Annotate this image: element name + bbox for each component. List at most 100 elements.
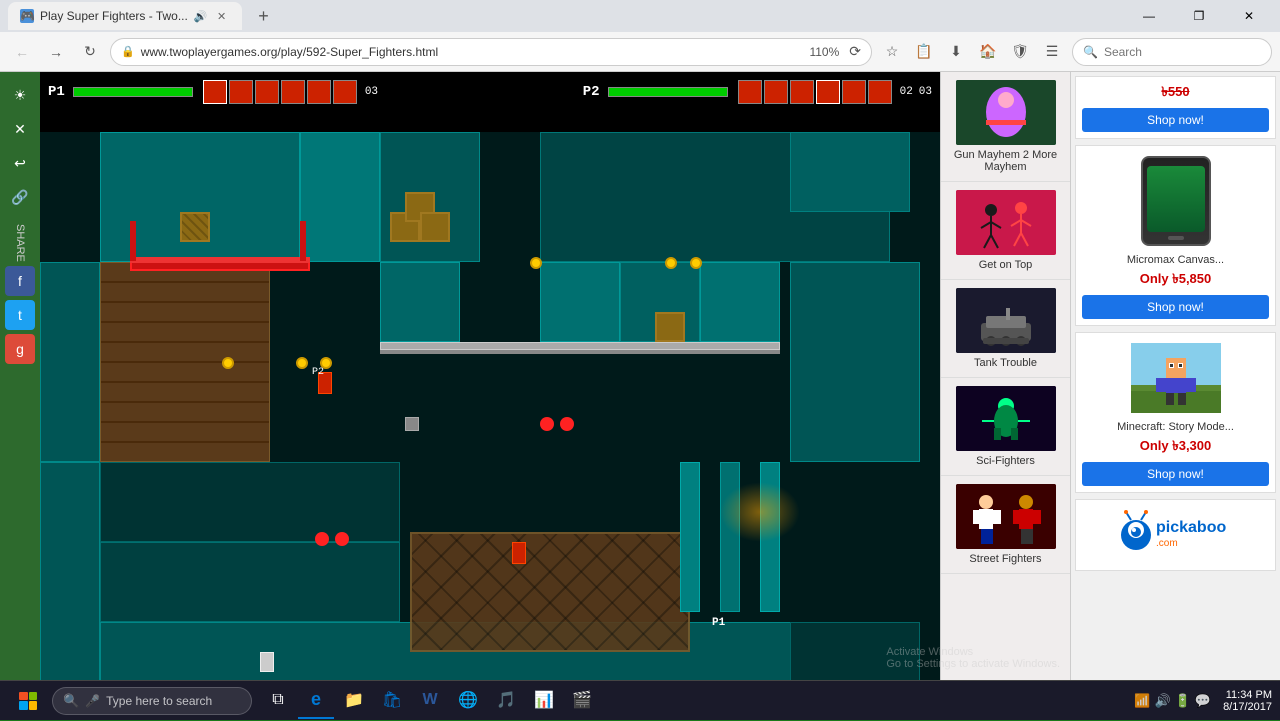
- close-button[interactable]: ✕: [1226, 2, 1272, 30]
- platform-bar-shadow: [380, 350, 780, 354]
- sidebar-share-icon[interactable]: 🔗: [5, 182, 35, 212]
- shield-button[interactable]: 🛡: [1006, 38, 1034, 66]
- ad2-shop-button[interactable]: Shop now!: [1082, 295, 1269, 319]
- chrome-icon: 🌐: [458, 690, 478, 710]
- wall-lower-mid2: [100, 542, 400, 622]
- edge-icon: e: [311, 689, 321, 710]
- xframe-structure: [410, 532, 690, 652]
- forward-button[interactable]: →: [42, 38, 70, 66]
- taskbar-app9[interactable]: 🎬: [564, 683, 600, 719]
- sidebar-brightness-icon[interactable]: ☀: [5, 80, 35, 110]
- p2-indicator: P2: [312, 367, 324, 378]
- player-bottom-char: [260, 652, 274, 672]
- taskbar-chrome[interactable]: 🌐: [450, 683, 486, 719]
- taskbar-search[interactable]: 🔍 🎤 Type here to search: [52, 687, 252, 715]
- task-view-icon: ⧉: [272, 691, 283, 709]
- taskbar-clock[interactable]: 11:34 PM 8/17/2017: [1223, 689, 1272, 713]
- game-item-street-fighters[interactable]: Street Fighters: [941, 476, 1070, 574]
- facebook-icon[interactable]: f: [5, 266, 35, 296]
- search-input[interactable]: [1104, 45, 1244, 59]
- network-icon[interactable]: 📶: [1134, 693, 1150, 709]
- xframe-pattern: [412, 534, 688, 650]
- p1-weapons: [203, 80, 357, 104]
- bookmark-button[interactable]: ☆: [878, 38, 906, 66]
- wall-top-far: [790, 132, 910, 212]
- taskbar-store[interactable]: 🛍: [374, 683, 410, 719]
- p1-weapon6: [333, 80, 357, 104]
- address-bar[interactable]: 🔒 www.twoplayergames.org/play/592-Super_…: [110, 38, 872, 66]
- taskbar-edge[interactable]: e: [298, 683, 334, 719]
- ad3-shop-button[interactable]: Shop now!: [1082, 462, 1269, 486]
- p1-health-bar: [73, 87, 193, 97]
- taskbar-explorer[interactable]: 📁: [336, 683, 372, 719]
- ad3-title: Minecraft: Story Mode...: [1117, 421, 1234, 433]
- game-item-tank-trouble[interactable]: Tank Trouble: [941, 280, 1070, 378]
- p2-weapon5: [842, 80, 866, 104]
- search-icon: 🔍: [1083, 45, 1098, 59]
- coin2: [296, 357, 308, 369]
- platform-mid2: [540, 262, 620, 342]
- p1-game-label: P1: [712, 617, 725, 629]
- taskbar-date-text: 8/17/2017: [1223, 701, 1272, 713]
- game-item-get-on-top[interactable]: Get on Top: [941, 182, 1070, 280]
- platform-mid: [380, 262, 460, 342]
- p2-weapon6: [868, 80, 892, 104]
- game-item-gun-mayhem[interactable]: Gun Mayhem 2 More Mayhem: [941, 72, 1070, 182]
- health-orb1: [540, 417, 554, 431]
- sidebar-close-icon[interactable]: ✕: [5, 114, 35, 144]
- share-label: SHARE: [14, 224, 26, 262]
- wall-right: [790, 262, 920, 462]
- home-button[interactable]: 🏠: [974, 38, 1002, 66]
- reading-list-button[interactable]: 📋: [910, 38, 938, 66]
- taskbar-task-view[interactable]: ⧉: [260, 683, 296, 719]
- google-icon[interactable]: g: [5, 334, 35, 364]
- sidebar-refresh-icon[interactable]: ↩: [5, 148, 35, 178]
- win-quad-2: [29, 692, 38, 701]
- battery-icon[interactable]: 🔋: [1175, 693, 1191, 709]
- ad-item-pickaboo[interactable]: pickaboo .com: [1075, 499, 1276, 571]
- download-button[interactable]: ⬇: [942, 38, 970, 66]
- reload-button[interactable]: ↻: [76, 38, 104, 66]
- health-orb4: [335, 532, 349, 546]
- start-button[interactable]: [8, 681, 48, 721]
- taskbar-app8[interactable]: 📊: [526, 683, 562, 719]
- search-bar[interactable]: 🔍: [1072, 38, 1272, 66]
- game-thumb-street-fighters: [956, 484, 1056, 549]
- ad1-price-old: ৳550: [1161, 83, 1189, 104]
- wall-lower-mid: [100, 462, 400, 542]
- left-sidebar: ☀ ✕ ↩ 🔗 SHARE f t g: [0, 72, 40, 720]
- menu-button[interactable]: ☰: [1038, 38, 1066, 66]
- tab-close-button[interactable]: ✕: [214, 8, 230, 24]
- player1-char: [512, 542, 526, 564]
- notification-icon[interactable]: 💬: [1195, 693, 1211, 709]
- ad1-shop-button[interactable]: Shop now!: [1082, 108, 1269, 132]
- p2-label: P2: [583, 84, 600, 100]
- taskbar-app7[interactable]: 🎵: [488, 683, 524, 719]
- twitter-icon[interactable]: t: [5, 300, 35, 330]
- volume-icon[interactable]: 🔊: [1155, 693, 1171, 709]
- phone-screen: [1147, 166, 1205, 232]
- browser-frame: 🎮 Play Super Fighters - Two... 🔊 ✕ + — ❐…: [0, 0, 1280, 720]
- game-item-sci-fighters[interactable]: Sci-Fighters: [941, 378, 1070, 476]
- taskbar-search-text: Type here to search: [106, 694, 212, 708]
- game-area[interactable]: P1 03 P2: [40, 72, 940, 720]
- back-button[interactable]: ←: [8, 38, 36, 66]
- app9-icon: 🎬: [572, 690, 592, 710]
- minimize-button[interactable]: —: [1126, 2, 1172, 30]
- new-tab-button[interactable]: +: [250, 2, 278, 30]
- security-icon: 🔒: [121, 45, 135, 58]
- tab-favicon: 🎮: [20, 9, 34, 23]
- browser-tab[interactable]: 🎮 Play Super Fighters - Two... 🔊 ✕: [8, 2, 242, 30]
- ad-item-minecraft: Minecraft: Story Mode... Only ৳3,300 Sho…: [1075, 332, 1276, 493]
- nav-bar: ← → ↻ 🔒 www.twoplayergames.org/play/592-…: [0, 32, 1280, 72]
- inline-reload-icon[interactable]: ⟳: [849, 43, 861, 60]
- platform-bar: [380, 342, 780, 350]
- game-name-sci-fighters: Sci-Fighters: [976, 455, 1035, 467]
- coin4: [530, 257, 542, 269]
- maximize-button[interactable]: ❐: [1176, 2, 1222, 30]
- notification-area: 📶 🔊 🔋 💬: [1128, 693, 1217, 709]
- p2-weapon3: [790, 80, 814, 104]
- taskbar-word[interactable]: W: [412, 683, 448, 719]
- home-button: [1168, 236, 1184, 240]
- taskbar-apps: ⧉ e 📁 🛍 W 🌐 🎵 📊 🎬: [260, 683, 600, 719]
